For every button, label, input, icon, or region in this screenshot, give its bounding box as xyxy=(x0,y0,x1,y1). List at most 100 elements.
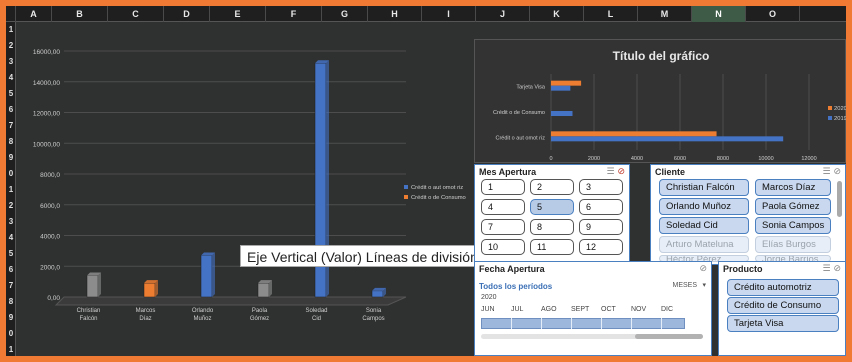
product-bar-chart[interactable]: Título del gráfico 0 2000 4000 6000 8000 10000… xyxy=(474,39,846,163)
y-tick-label: Tarjeta Visa xyxy=(516,85,546,91)
column-header-e[interactable]: E xyxy=(210,6,266,22)
column-header-j[interactable]: J xyxy=(476,6,530,22)
clear-filter-icon[interactable]: ⊘ xyxy=(617,167,625,177)
clear-filter-icon[interactable]: ⊘ xyxy=(833,167,841,177)
row-header[interactable]: 4 xyxy=(6,230,16,246)
timeline-period-label[interactable]: Todos los períodos xyxy=(479,282,552,291)
column-header-a[interactable]: A xyxy=(16,6,52,22)
month-item-7[interactable]: 7 xyxy=(481,219,525,235)
dropdown-arrow-icon[interactable]: ▾ xyxy=(702,281,706,289)
x-tick-label: Marcos xyxy=(136,308,156,314)
row-header[interactable]: 2 xyxy=(6,198,16,214)
month-item-3[interactable]: 3 xyxy=(579,179,623,195)
chart-floor xyxy=(54,296,407,306)
timeline-fecha-apertura[interactable]: Fecha Apertura ⊘ Todos los períodos MESE… xyxy=(474,261,712,356)
timeline-divider xyxy=(631,318,632,329)
month-item-2[interactable]: 2 xyxy=(530,179,574,195)
row-header[interactable]: 5 xyxy=(6,246,16,262)
bar[interactable] xyxy=(86,275,99,298)
x-tick-label: Díaz xyxy=(139,316,151,322)
row-header[interactable]: 3 xyxy=(6,214,16,230)
column-header-l[interactable]: L xyxy=(584,6,638,22)
client-item[interactable]: Christian Falcón xyxy=(659,179,749,196)
column-header-m[interactable]: M xyxy=(638,6,692,22)
bar[interactable] xyxy=(200,255,213,298)
column-header-k[interactable]: K xyxy=(530,6,584,22)
column-header-i[interactable]: I xyxy=(422,6,476,22)
row-header[interactable]: 0 xyxy=(6,326,16,342)
bar[interactable] xyxy=(551,131,717,137)
slicer-producto[interactable]: Producto ☰ ⊘ Crédito automotriz Crédito d… xyxy=(718,261,846,356)
row-header[interactable]: 8 xyxy=(6,134,16,150)
timeline-unit-label[interactable]: MESES xyxy=(672,282,697,289)
month-item-8[interactable]: 8 xyxy=(530,219,574,235)
client-item[interactable]: Elías Burgos xyxy=(755,236,831,253)
product-item[interactable]: Tarjeta Visa xyxy=(727,315,839,332)
slicer-mes-apertura[interactable]: Mes Apertura ☰ ⊘ 1 2 3 4 5 6 7 8 9 10 11 12 xyxy=(474,164,630,265)
row-header[interactable]: 6 xyxy=(6,102,16,118)
month-item-12[interactable]: 12 xyxy=(579,239,623,255)
y-tick-label: 12000,00 xyxy=(33,111,60,118)
legend-label: 2019 xyxy=(834,116,846,122)
row-header[interactable]: 7 xyxy=(6,278,16,294)
multi-select-icon[interactable]: ☰ xyxy=(607,167,615,177)
column-header-c[interactable]: C xyxy=(108,6,164,22)
chart-title[interactable]: Título del gráfico xyxy=(613,49,710,63)
client-item[interactable]: Marcos Díaz xyxy=(755,179,831,196)
row-header[interactable]: 1 xyxy=(6,342,16,356)
bar[interactable] xyxy=(257,282,270,298)
row-header[interactable]: 7 xyxy=(6,118,16,134)
column-header-f[interactable]: F xyxy=(266,6,322,22)
column-header-b[interactable]: B xyxy=(52,6,108,22)
row-header[interactable]: 1 xyxy=(6,182,16,198)
month-item-6[interactable]: 6 xyxy=(579,199,623,215)
row-header[interactable]: 0 xyxy=(6,166,16,182)
legend-label: 2020 xyxy=(834,106,846,112)
month-item-10[interactable]: 10 xyxy=(481,239,525,255)
corner-cell[interactable] xyxy=(6,6,16,22)
row-header[interactable]: 9 xyxy=(6,310,16,326)
bar[interactable] xyxy=(551,80,582,86)
month-item-1[interactable]: 1 xyxy=(481,179,525,195)
clear-filter-icon[interactable]: ⊘ xyxy=(833,264,841,274)
client-item[interactable]: Arturo Mateluna xyxy=(659,236,749,253)
client-item[interactable]: Orlando Muñoz xyxy=(659,198,749,215)
bar[interactable] xyxy=(143,282,156,298)
bar[interactable] xyxy=(371,290,384,298)
client-bar-chart[interactable]: 0,00 2000,0 4000,0 6000,0 8000,0 10000,00 1200… xyxy=(18,39,556,356)
timeline-title: Fecha Apertura xyxy=(479,264,545,274)
client-item[interactable]: Soledad Cid xyxy=(659,217,749,234)
month-item-4[interactable]: 4 xyxy=(481,199,525,215)
product-item[interactable]: Crédito de Consumo xyxy=(727,297,839,314)
slicer-icons: ☰ ⊘ xyxy=(823,264,842,274)
scrollbar[interactable] xyxy=(837,181,842,217)
client-item[interactable]: Paola Gómez xyxy=(755,198,831,215)
multi-select-icon[interactable]: ☰ xyxy=(823,264,831,274)
row-header[interactable]: 8 xyxy=(6,294,16,310)
bar[interactable] xyxy=(551,111,573,116)
row-header[interactable]: 3 xyxy=(6,54,16,70)
bar[interactable] xyxy=(551,136,784,142)
month-item-9[interactable]: 9 xyxy=(579,219,623,235)
slicer-icons: ☰ ⊘ xyxy=(607,167,626,177)
month-item-11[interactable]: 11 xyxy=(530,239,574,255)
row-header[interactable]: 5 xyxy=(6,86,16,102)
slicer-cliente[interactable]: Cliente ☰ ⊘ Christian Falcón Marcos Díaz O… xyxy=(650,164,846,265)
column-header-h[interactable]: H xyxy=(368,6,422,22)
clear-filter-icon[interactable]: ⊘ xyxy=(699,264,707,274)
multi-select-icon[interactable]: ☰ xyxy=(823,167,831,177)
client-item[interactable]: Sonia Campos xyxy=(755,217,831,234)
row-header[interactable]: 1 xyxy=(6,22,16,38)
row-header[interactable]: 2 xyxy=(6,38,16,54)
column-header-n[interactable]: N xyxy=(692,6,746,22)
row-header[interactable]: 4 xyxy=(6,70,16,86)
month-item-5[interactable]: 5 xyxy=(530,199,574,215)
timeline-scroll-thumb[interactable] xyxy=(635,334,703,339)
column-header-d[interactable]: D xyxy=(164,6,210,22)
bar[interactable] xyxy=(551,85,571,91)
column-header-o[interactable]: O xyxy=(746,6,800,22)
product-item[interactable]: Crédito automotriz xyxy=(727,279,839,296)
column-header-g[interactable]: G xyxy=(322,6,368,22)
row-header[interactable]: 9 xyxy=(6,150,16,166)
row-header[interactable]: 6 xyxy=(6,262,16,278)
